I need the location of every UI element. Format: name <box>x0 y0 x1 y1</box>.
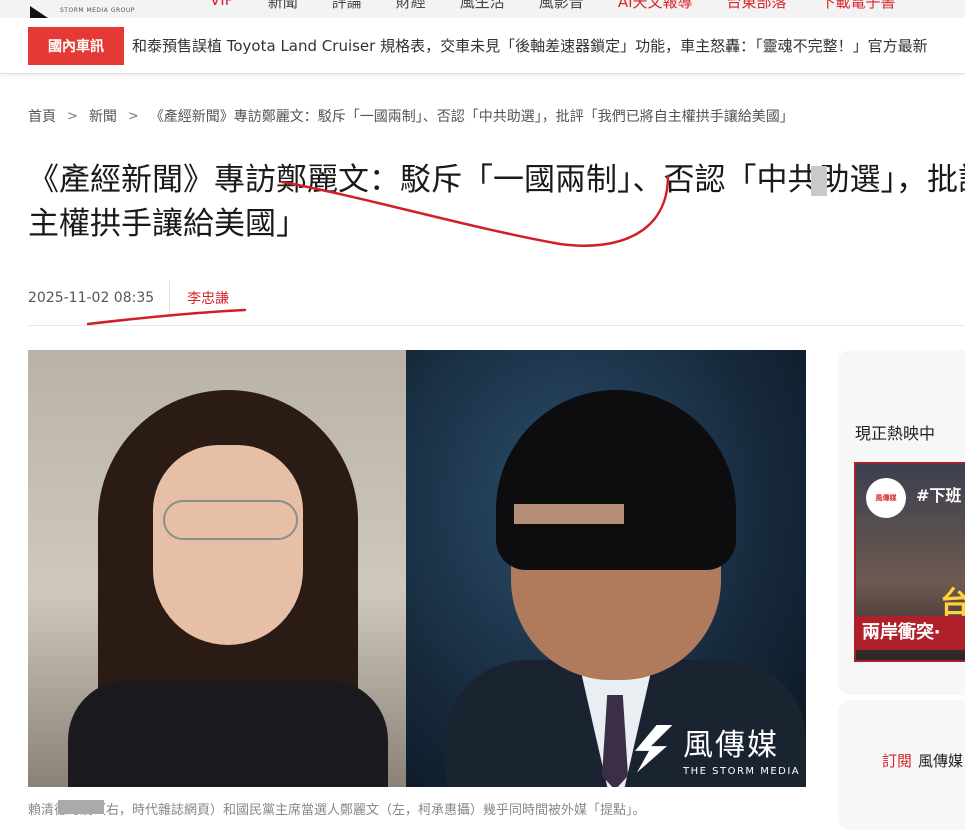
logo-mark-icon <box>30 6 48 18</box>
subscribe-channel-name: 風傳媒 <box>918 752 964 770</box>
photo-left-panel <box>28 350 406 787</box>
nav-item-opinion[interactable]: 評論 <box>332 0 362 12</box>
site-logo[interactable]: STORM MEDIA GROUP <box>30 0 135 18</box>
person-right-hair <box>496 390 736 570</box>
meta-divider <box>28 325 965 326</box>
breadcrumb-section[interactable]: 新聞 <box>89 106 117 126</box>
video-subtitle: 兩岸衝突‧ <box>856 616 965 650</box>
nav-item-finance[interactable]: 財經 <box>396 0 426 12</box>
logo-text: STORM MEDIA GROUP <box>60 7 135 14</box>
nav-item-ai[interactable]: AI天文報導 <box>618 0 693 12</box>
main-nav: VIP 新聞 評論 財經 風生活 風影音 AI天文報導 台東部落 下載電子書 <box>210 0 930 12</box>
top-nav-bar: STORM MEDIA GROUP VIP 新聞 評論 財經 風生活 風影音 A… <box>0 0 965 18</box>
nav-item-vip[interactable]: VIP <box>210 0 234 12</box>
person-left-face <box>153 445 303 645</box>
nav-item-life[interactable]: 風生活 <box>460 0 505 12</box>
breadcrumb-chevron-icon: > <box>127 108 139 124</box>
breadcrumb-home[interactable]: 首頁 <box>28 106 56 126</box>
breadcrumb: 首頁 > 新聞 > 《產經新聞》專訪鄭麗文：駁斥「一國兩制」、否認「中共助選」，… <box>28 106 794 126</box>
subscribe-button[interactable]: 訂閱 風傳媒 <box>882 750 963 771</box>
storm-logo-icon <box>635 724 673 773</box>
breadcrumb-current: 《產經新聞》專訪鄭麗文：駁斥「一國兩制」、否認「中共助選」，批評「我們已將自主權… <box>149 109 794 125</box>
article-hero-image: 風傳媒 THE STORM MEDIA <box>28 350 806 787</box>
sidebar-video-thumbnail[interactable]: 風傳媒 #下班 台灣 兩岸衝突‧ <box>854 462 965 662</box>
caption-redaction-block <box>58 800 104 814</box>
article-title-line-2: 主權拱手讓給美國」 <box>28 206 307 242</box>
glasses-shape <box>163 500 298 540</box>
nav-item-news[interactable]: 新聞 <box>268 0 298 12</box>
breadcrumb-chevron-icon: > <box>67 108 78 124</box>
publish-date: 2025-11-02 08:35 <box>28 281 171 315</box>
person-left-body <box>68 680 388 787</box>
video-hashtag: #下班 <box>916 486 962 505</box>
nav-item-ebook[interactable]: 下載電子書 <box>821 0 896 12</box>
eye-blur-redaction <box>514 504 624 524</box>
subscribe-label: 訂閱 <box>882 752 913 770</box>
ticker-badge[interactable]: 國內車訊 <box>28 27 124 65</box>
watermark-en: THE STORM MEDIA <box>683 766 801 777</box>
news-ticker: 國內車訊 和泰預售誤植 Toyota Land Cruiser 規格表，交車未見… <box>0 18 965 74</box>
nav-item-tribe[interactable]: 台東部落 <box>727 0 787 12</box>
article-meta: 2025-11-02 08:35 李忠謙 <box>28 281 229 315</box>
ticker-headline[interactable]: 和泰預售誤植 Toyota Land Cruiser 規格表，交車未見「後軸差速… <box>132 18 928 73</box>
video-channel-badge: 風傳媒 <box>866 478 906 518</box>
sidebar-title: 現正熱映中 <box>855 424 936 443</box>
storm-media-watermark: 風傳媒 THE STORM MEDIA <box>633 720 800 777</box>
redaction-block <box>811 166 827 196</box>
watermark-cn: 風傳媒 <box>683 728 779 763</box>
author-link[interactable]: 李忠謙 <box>170 288 229 308</box>
photo-caption: 賴清德總統（右，時代雜誌網頁）和國民黨主席當選人鄭麗文（左，柯承惠攝）幾乎同時間… <box>28 803 646 818</box>
nav-item-video[interactable]: 風影音 <box>539 0 584 12</box>
